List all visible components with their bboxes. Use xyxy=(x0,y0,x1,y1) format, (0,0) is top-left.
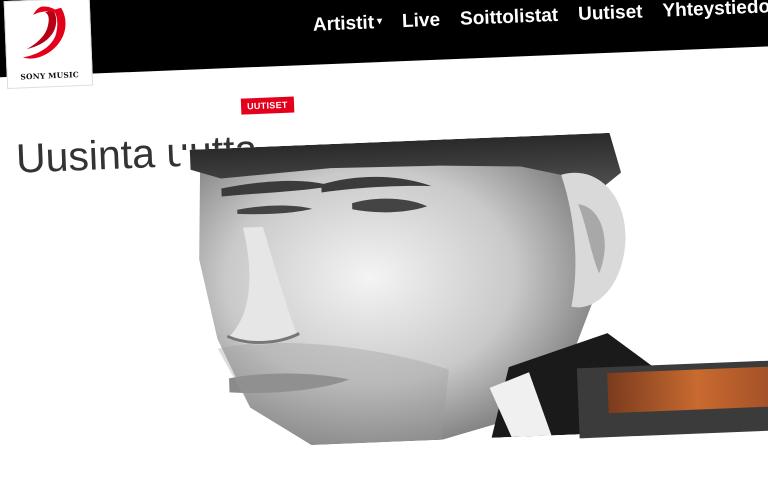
nav-item-uutiset[interactable]: Uutiset xyxy=(578,1,643,26)
nav-item-label: Artistit xyxy=(312,12,375,36)
nav-item-artistit[interactable]: Artistit ▾ xyxy=(312,12,382,37)
main-nav: Artistit ▾ Live Soittolistat Uutiset Yhte… xyxy=(312,0,768,41)
nav-item-live[interactable]: Live xyxy=(402,10,441,34)
page: SONY MUSIC Artistit ▾ Live Soittolistat U… xyxy=(0,0,768,480)
sony-swoosh-icon xyxy=(22,6,66,59)
chevron-down-icon: ▾ xyxy=(376,15,383,28)
nav-item-soittolistat[interactable]: Soittolistat xyxy=(460,5,559,31)
site-header: SONY MUSIC Artistit ▾ Live Soittolistat U… xyxy=(0,0,768,90)
nav-item-yhteystiedot[interactable]: Yhteystiedot xyxy=(662,0,768,23)
sony-music-logo[interactable]: SONY MUSIC xyxy=(3,0,94,90)
logo-text: SONY MUSIC xyxy=(20,70,80,82)
category-badge[interactable]: UUTISET xyxy=(240,96,294,115)
next-article-thumbnail[interactable] xyxy=(607,365,768,414)
